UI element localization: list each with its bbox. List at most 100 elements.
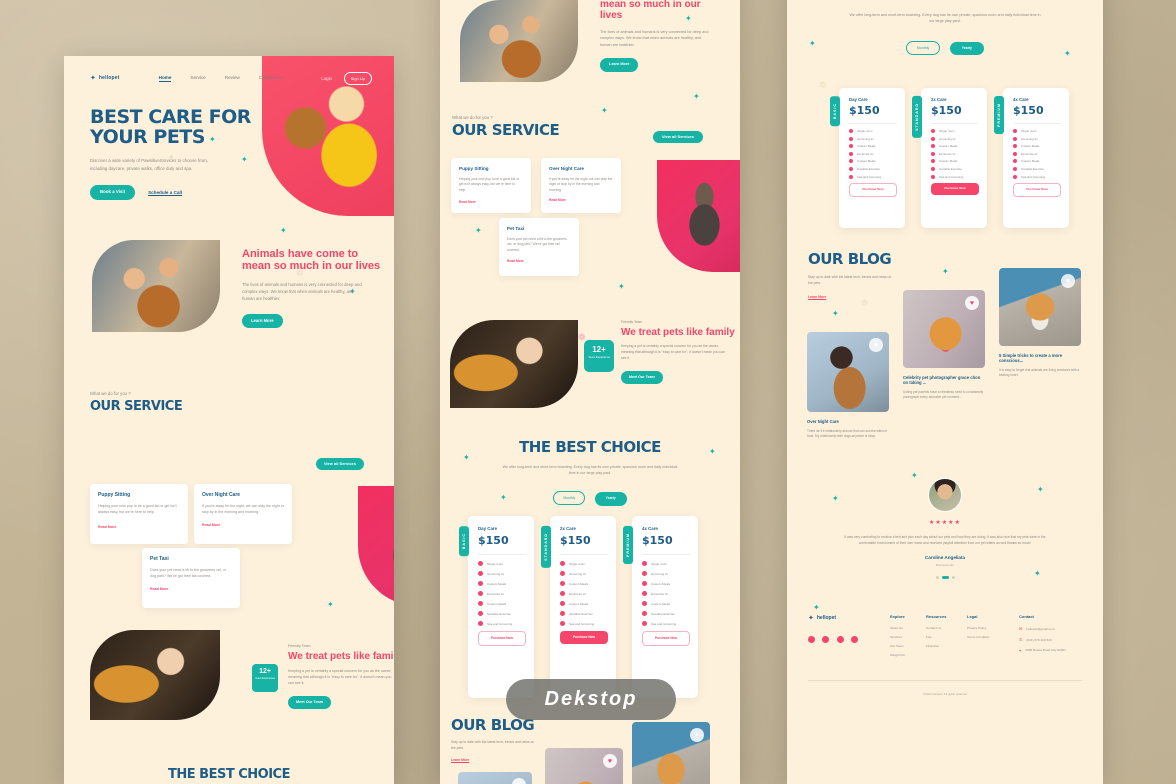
service-card[interactable]: Over Night Care If you're away for the n…	[194, 484, 292, 544]
heart-icon[interactable]: ♥	[512, 778, 526, 784]
price-feature: Custom Meals	[939, 144, 958, 149]
about-cta[interactable]: Learn More	[600, 58, 639, 73]
experience-badge: 12+ Years Experience	[252, 664, 278, 692]
footer-link[interactable]: Financial	[926, 644, 946, 648]
price-feature: Sociable Exercise	[487, 611, 511, 616]
blog-body: Stay up to date with the latest tech, tr…	[808, 274, 892, 285]
hero-primary-cta[interactable]: Book a Visit	[90, 185, 136, 200]
experience-badge-label: Years Experience	[588, 355, 610, 359]
nav-link-review[interactable]: Review	[225, 75, 240, 82]
facebook-icon[interactable]	[808, 636, 815, 643]
price-feature: Grooming 2x	[939, 136, 956, 141]
purchase-button[interactable]: Purchase Now	[478, 631, 526, 647]
heart-icon[interactable]: ♥	[869, 338, 883, 352]
login-button[interactable]: Login	[321, 76, 332, 81]
heart-icon[interactable]: ♥	[965, 296, 979, 310]
pricing-title: THE BEST CHOICE	[519, 438, 661, 456]
purchase-button[interactable]: Purchase Now	[931, 182, 979, 195]
price-card[interactable]: STANDARD 2x Care $150 Single room Groomi…	[912, 88, 987, 228]
price-feature: Excercise 2x	[857, 151, 874, 156]
nav-link-contact[interactable]: Contact Us	[259, 75, 282, 82]
view-all-services-button[interactable]: View all Services	[315, 458, 364, 470]
purchase-button[interactable]: Purchase Now	[1013, 182, 1061, 197]
nav-link-service[interactable]: Service	[190, 75, 205, 82]
team-body: Keeping a pet is certainly a special con…	[621, 344, 725, 360]
about-cta[interactable]: Learn More	[242, 313, 283, 328]
footer-contact-email[interactable]: hellopet@gmail.com	[1026, 627, 1054, 631]
nav-links: Home Service Review Contact Us	[158, 75, 282, 82]
footer-link[interactable]: Terms Condition	[967, 635, 989, 639]
instagram-icon[interactable]	[836, 636, 844, 643]
nav-link-home[interactable]: Home	[158, 75, 172, 82]
service-card[interactable]: Pet Taxi Does your pet need a lift to th…	[499, 218, 579, 276]
service-card-read-more[interactable]: Read More	[150, 587, 232, 591]
footer-link[interactable]: About Us	[890, 626, 905, 630]
youtube-icon[interactable]	[851, 636, 859, 643]
price-card[interactable]: PREMIUM 4x Care $150 Single room Groomin…	[994, 88, 1069, 228]
service-card-read-more[interactable]: Read More	[549, 198, 613, 202]
footer-link[interactable]: Services	[890, 635, 905, 639]
pricing-toggle-yearly[interactable]: Yearly	[594, 492, 627, 506]
blog-head: OUR BLOG Stay up to date with the latest…	[451, 717, 537, 762]
pricing-toggle-monthly[interactable]: Monthly	[553, 491, 586, 506]
price-feature: Excercise 2x	[487, 591, 505, 596]
service-title: OUR SERVICE	[452, 121, 560, 139]
twitter-icon[interactable]	[822, 636, 830, 643]
signup-button[interactable]: Sign Up	[343, 71, 372, 85]
service-photo	[657, 160, 740, 272]
hero-copy: BEST CARE FOR YOUR PETS Discover a wide …	[90, 107, 270, 200]
service-card-read-more[interactable]: Read More	[459, 200, 523, 204]
price-feature: Custom Meals	[857, 144, 876, 149]
service-card[interactable]: Pet Taxi Does your pet need a lift to th…	[142, 548, 240, 608]
price-feature: Custom Meals	[569, 601, 589, 606]
service-card-read-more[interactable]: Read More	[98, 525, 180, 529]
service-card-title: Puppy Sitting	[98, 492, 131, 498]
service-card-title: Over Night Care	[549, 166, 584, 171]
blog-learn-more[interactable]: Learn More	[451, 758, 537, 762]
footer-link[interactable]: Faq	[926, 635, 946, 639]
blog-post-title: 5 Simple tricks to create a more conscio…	[999, 353, 1063, 363]
brand-name: hellopet	[816, 615, 837, 621]
footer-contact-phone[interactable]: (021) 670 444 520	[1026, 638, 1051, 642]
heart-icon[interactable]: ♥	[1061, 274, 1075, 288]
meet-our-team-button[interactable]: Meet Our Team	[288, 695, 332, 710]
service-card[interactable]: Over Night Care If you're away for the n…	[541, 158, 621, 213]
heart-icon[interactable]: ♥	[690, 728, 704, 742]
price-card[interactable]: PREMIUM 4x Care $150 Single room Groomin…	[623, 516, 698, 698]
price-feature: Custom Meals	[487, 581, 507, 586]
footer-link[interactable]: Privacy Policy	[967, 626, 989, 630]
testimonial-role: Businessman	[935, 563, 954, 568]
heart-icon[interactable]: ♥	[603, 754, 617, 768]
service-card-read-more[interactable]: Read More	[507, 259, 571, 263]
pricing-toggle-monthly[interactable]: Monthly	[905, 40, 941, 55]
service-kicker: What we do for you ?	[90, 391, 131, 396]
service-card[interactable]: Puppy Sitting Helping your new pup to be…	[90, 484, 188, 544]
blog-post[interactable]: ♥ Over Night Care There isn't a relation…	[807, 332, 889, 439]
hero-secondary-cta[interactable]: Schedule a Call	[148, 190, 182, 195]
purchase-button[interactable]: Purchase Now	[849, 182, 897, 197]
footer-link[interactable]: Weight Pet	[890, 653, 905, 657]
footer-link[interactable]: Contact Us	[926, 626, 946, 630]
service-title: OUR SERVICE	[90, 399, 183, 414]
service-photo	[358, 486, 394, 606]
blog-learn-more[interactable]: Learn More	[808, 295, 896, 299]
service-card[interactable]: Puppy Sitting Helping your new pup to be…	[451, 158, 531, 213]
price-feature: Grooming 2x	[857, 136, 874, 141]
view-all-services-button[interactable]: View all Services	[652, 131, 703, 143]
meet-our-team-button[interactable]: Meet Our Team	[621, 370, 663, 385]
price-card[interactable]: STANDARD 2x Care $150 Single room Groomi…	[541, 516, 616, 698]
price-feature: Excercise 2x	[569, 591, 587, 596]
feature-bullet-icon	[478, 601, 483, 606]
purchase-button[interactable]: Purchase Now	[642, 631, 690, 647]
price-card[interactable]: BASIC Day Care $150 Single room Grooming…	[830, 88, 905, 228]
service-card-read-more[interactable]: Read More	[202, 523, 284, 527]
blog-post[interactable]: ♥ Celebrity pet photographer grace chon …	[903, 290, 985, 400]
carousel-dots[interactable]	[787, 576, 1103, 580]
blog-post[interactable]: ♥ 5 Simple tricks to create a more consc…	[999, 268, 1081, 378]
pricing-toggle-yearly[interactable]: Yearly	[949, 41, 985, 56]
hero-body: Discover a wide variety of PawsitiveSsrv…	[90, 157, 208, 171]
footer-link[interactable]: Our Team	[890, 644, 905, 648]
purchase-button[interactable]: Purchase Now	[560, 631, 608, 645]
pricing-head: THE BEST CHOICE We offer long-term and s…	[440, 438, 740, 506]
price-card[interactable]: BASIC Day Care $150 Single room Grooming…	[459, 516, 534, 698]
